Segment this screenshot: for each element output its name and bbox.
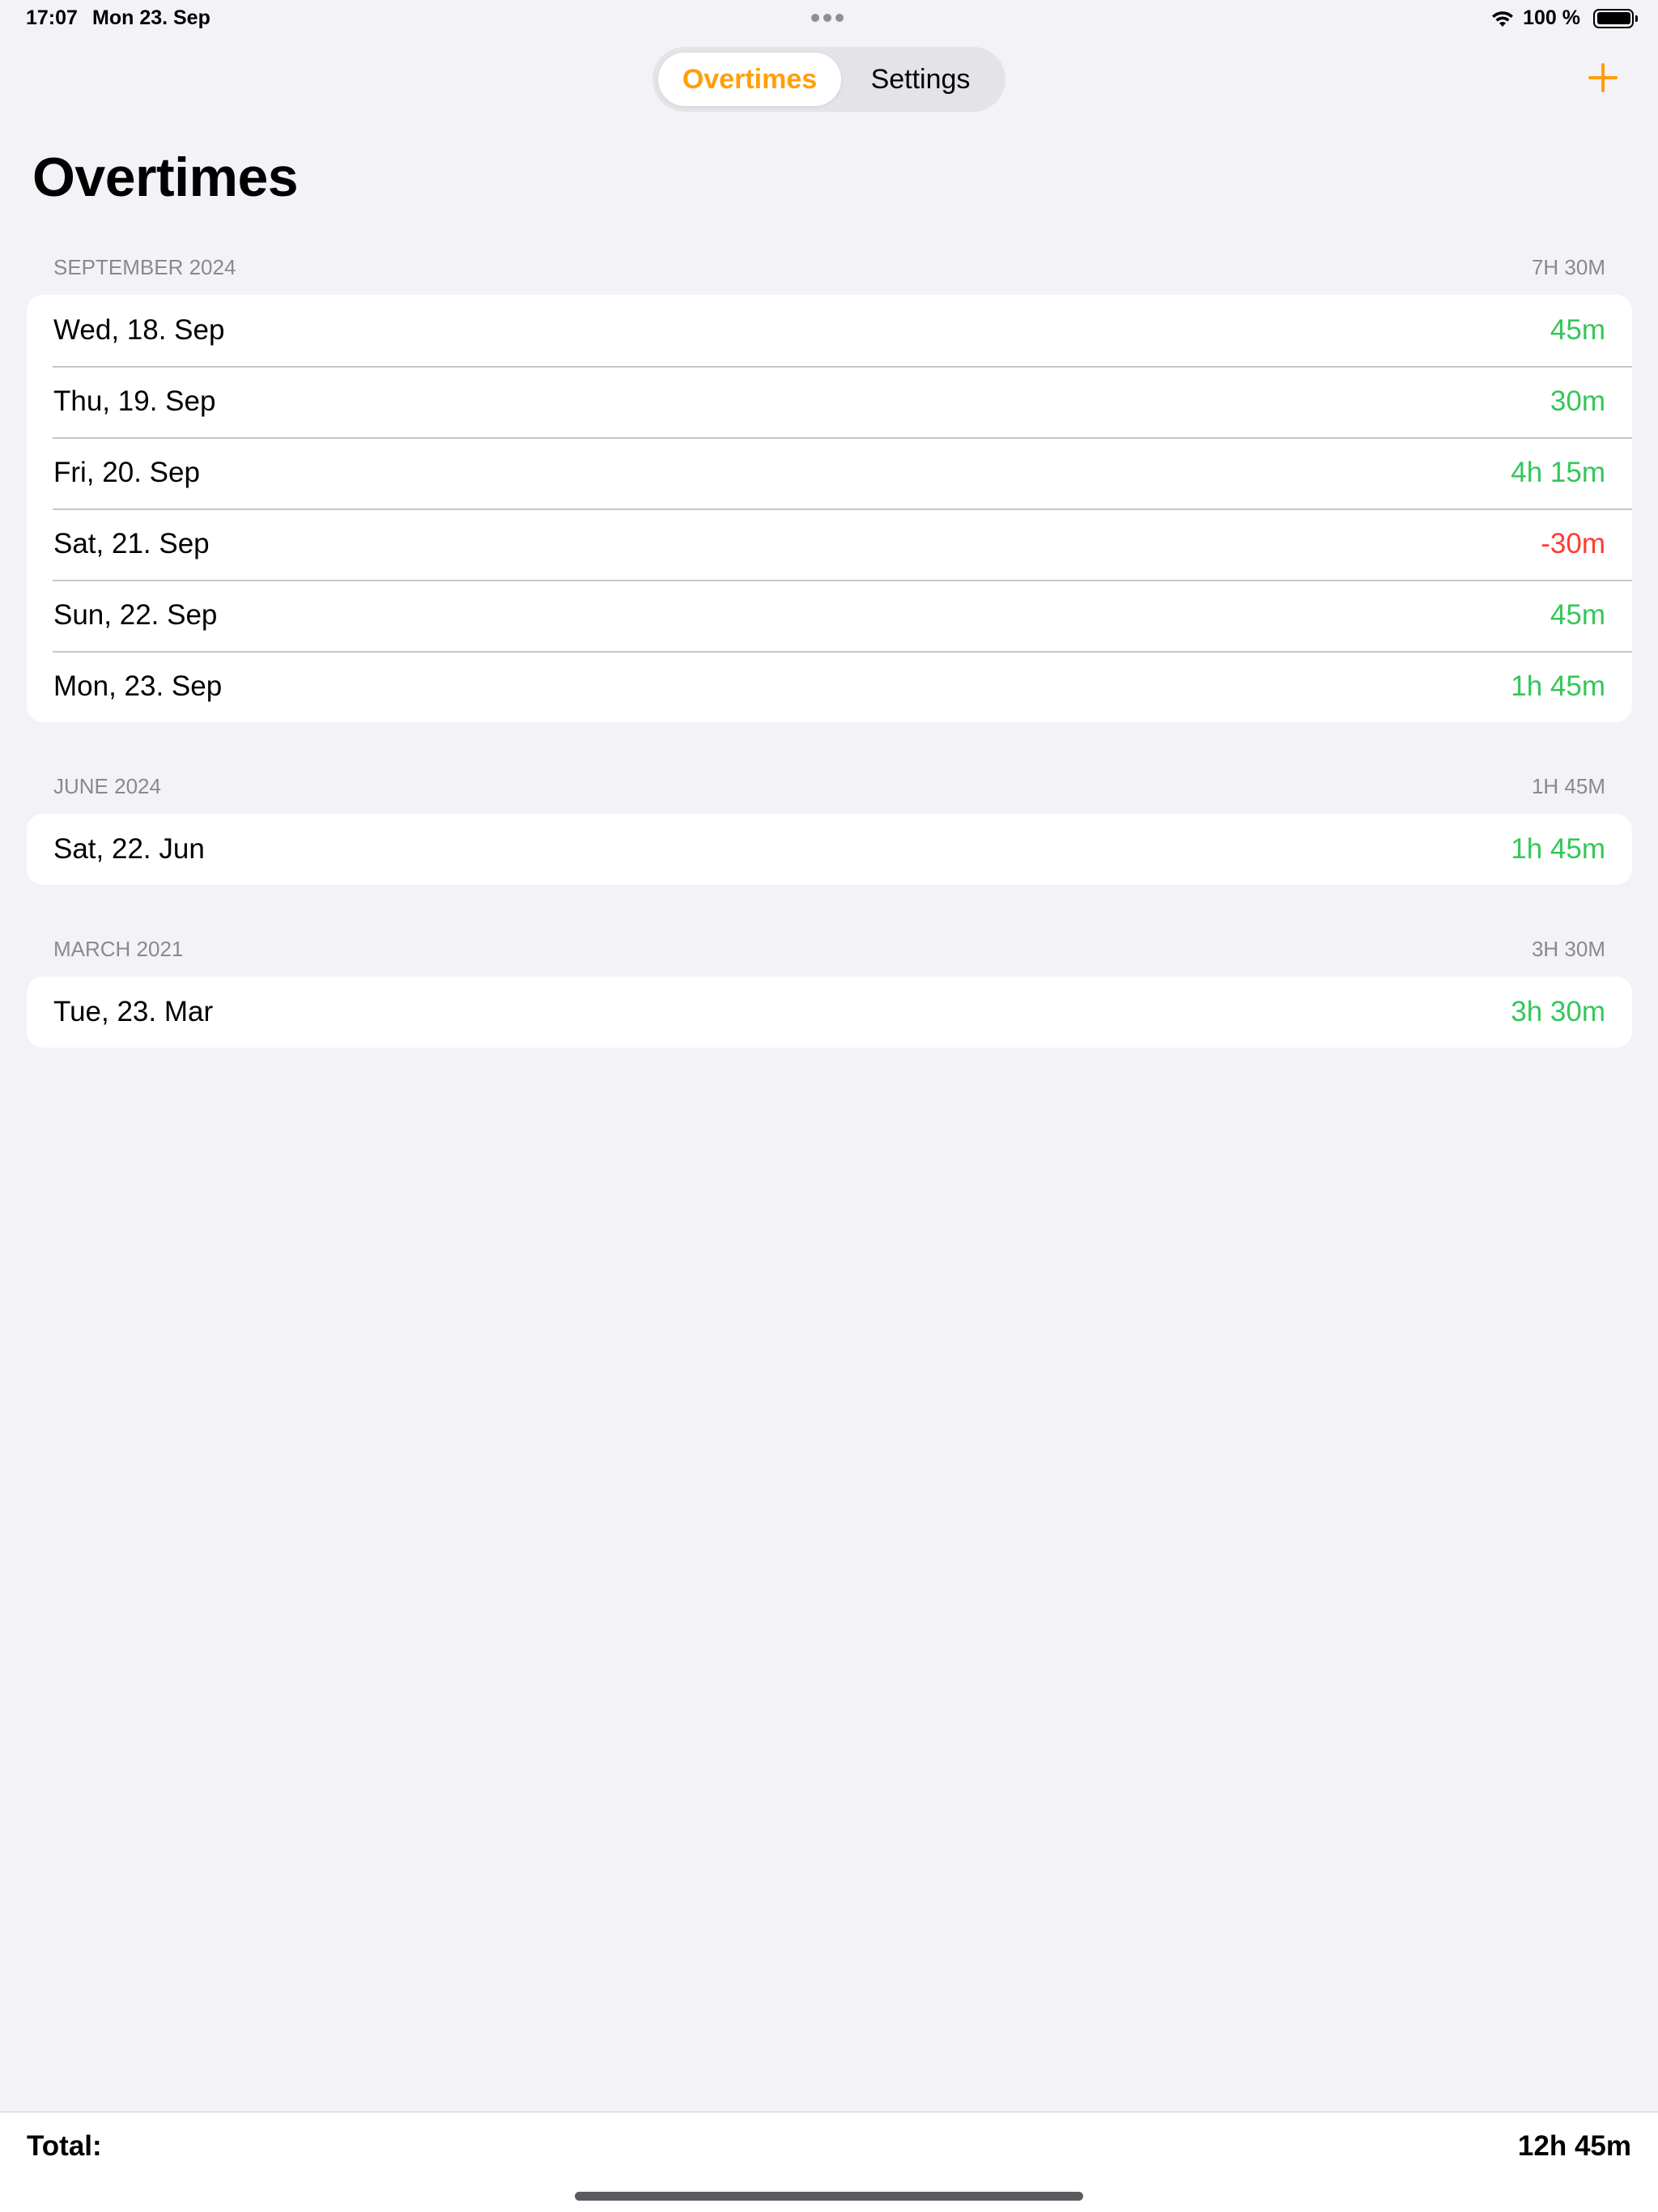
tab-overtimes[interactable]: Overtimes — [658, 53, 841, 106]
section-header: SEPTEMBER 2024 7H 30M — [27, 251, 1632, 283]
section-total: 3H 30M — [1531, 936, 1605, 961]
status-right: 100 % — [1490, 6, 1638, 30]
row-date: Sat, 21. Sep — [53, 528, 210, 559]
row-date: Wed, 18. Sep — [53, 314, 225, 346]
section-title: JUNE 2024 — [53, 773, 161, 798]
list-item[interactable]: Sat, 21. Sep -30m — [27, 508, 1632, 580]
row-date: Sun, 22. Sep — [53, 599, 218, 631]
row-value: 45m — [1550, 314, 1605, 346]
list-item[interactable]: Sun, 22. Sep 45m — [27, 580, 1632, 651]
row-value: 30m — [1550, 385, 1605, 417]
section-title: SEPTEMBER 2024 — [53, 254, 236, 279]
section-march-2021: MARCH 2021 3H 30M Tue, 23. Mar 3h 30m — [27, 933, 1632, 1048]
battery-percent: 100 % — [1523, 6, 1580, 29]
section-september-2024: SEPTEMBER 2024 7H 30M Wed, 18. Sep 45m T… — [27, 251, 1632, 722]
list-item[interactable]: Sat, 22. Jun 1h 45m — [27, 814, 1632, 885]
list-item[interactable]: Fri, 20. Sep 4h 15m — [27, 437, 1632, 508]
status-time: 17:07 — [26, 6, 78, 29]
total-footer: Total: 12h 45m — [0, 2112, 1658, 2212]
row-date: Tue, 23. Mar — [53, 996, 214, 1027]
list-item[interactable]: Thu, 19. Sep 30m — [27, 366, 1632, 437]
status-date: Mon 23. Sep — [92, 6, 210, 29]
row-date: Fri, 20. Sep — [53, 457, 200, 488]
section-total: 1H 45M — [1531, 773, 1605, 798]
list-item[interactable]: Wed, 18. Sep 45m — [27, 295, 1632, 366]
row-value: 1h 45m — [1511, 833, 1605, 865]
status-bar: 17:07 Mon 23. Sep 100 % — [0, 0, 1658, 39]
tab-switcher: Overtimes Settings — [653, 47, 1005, 112]
list-card: Sat, 22. Jun 1h 45m — [27, 814, 1632, 885]
row-value: 1h 45m — [1511, 670, 1605, 702]
list-item[interactable]: Tue, 23. Mar 3h 30m — [27, 976, 1632, 1048]
row-value: 4h 15m — [1511, 457, 1605, 488]
home-indicator[interactable] — [575, 2192, 1083, 2201]
battery-icon — [1593, 8, 1638, 28]
row-date: Mon, 23. Sep — [53, 670, 223, 702]
list-card: Tue, 23. Mar 3h 30m — [27, 976, 1632, 1048]
list-card: Wed, 18. Sep 45m Thu, 19. Sep 30m Fri, 2… — [27, 295, 1632, 722]
section-total: 7H 30M — [1531, 254, 1605, 279]
page-title: Overtimes — [32, 147, 299, 208]
tab-settings[interactable]: Settings — [841, 53, 1000, 106]
row-date: Sat, 22. Jun — [53, 833, 205, 865]
section-title: MARCH 2021 — [53, 936, 184, 961]
total-value: 12h 45m — [1517, 2130, 1631, 2162]
row-value: 45m — [1550, 599, 1605, 631]
multitasking-dots-icon[interactable] — [811, 14, 844, 22]
total-label: Total: — [27, 2130, 102, 2162]
row-value: 3h 30m — [1511, 996, 1605, 1027]
row-date: Thu, 19. Sep — [53, 385, 216, 417]
plus-icon[interactable] — [1585, 60, 1621, 96]
section-header: JUNE 2024 1H 45M — [27, 770, 1632, 802]
list-item[interactable]: Mon, 23. Sep 1h 45m — [27, 651, 1632, 722]
wifi-icon — [1492, 11, 1514, 27]
section-june-2024: JUNE 2024 1H 45M Sat, 22. Jun 1h 45m — [27, 770, 1632, 885]
row-value: -30m — [1541, 528, 1605, 559]
section-header: MARCH 2021 3H 30M — [27, 933, 1632, 965]
